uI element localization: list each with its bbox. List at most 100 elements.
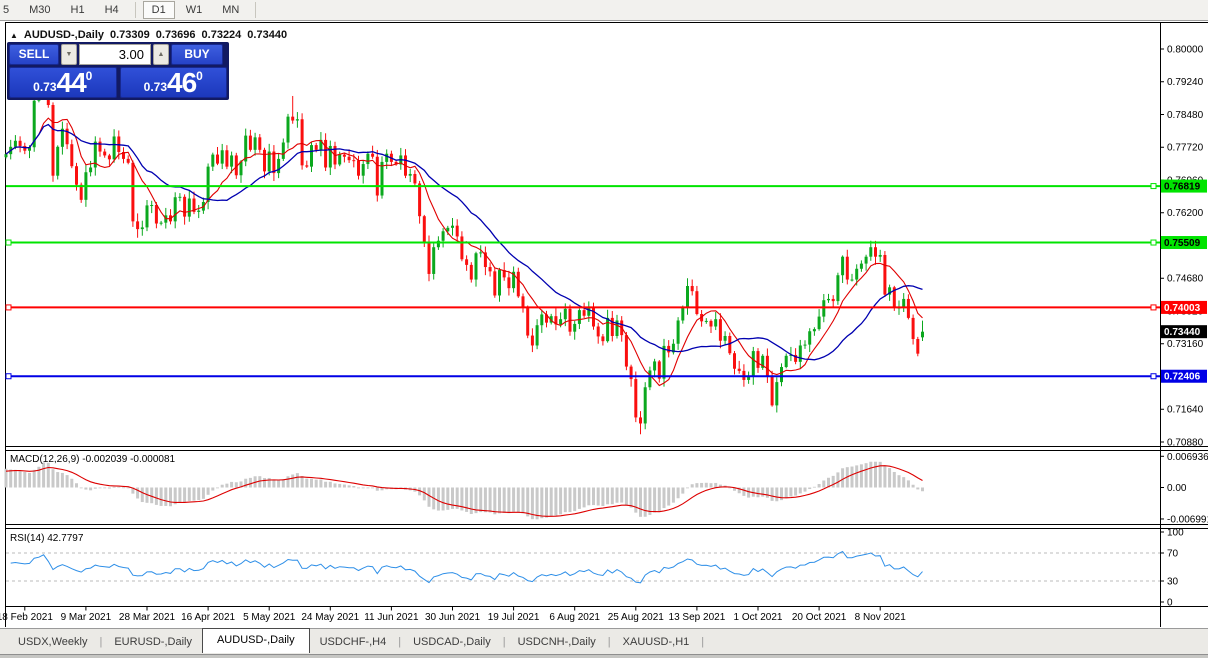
candle-body: [921, 332, 924, 338]
candle-body: [667, 346, 670, 352]
macd-histogram-bar: [517, 488, 520, 513]
macd-histogram-bar: [569, 488, 572, 513]
macd-histogram-bar: [677, 488, 680, 499]
candle-body: [818, 317, 821, 329]
candle-body: [841, 257, 844, 276]
level-line-handle[interactable]: [6, 305, 11, 310]
candle-body: [522, 296, 525, 307]
macd-histogram-bar: [235, 482, 238, 487]
level-line-handle[interactable]: [6, 240, 11, 245]
candle-body: [155, 205, 158, 224]
ohlc-close: 0.73440: [247, 29, 287, 41]
macd-histogram-bar: [376, 488, 379, 491]
macd-histogram-bar: [841, 468, 844, 487]
macd-histogram-bar: [9, 470, 12, 488]
volume-increase-button[interactable]: ▲: [153, 44, 169, 65]
candle-body: [719, 319, 722, 341]
candle-body: [432, 247, 435, 274]
macd-histogram-bar: [766, 488, 769, 498]
candle-body: [418, 183, 421, 216]
macd-histogram-bar: [639, 488, 642, 517]
macd-histogram-bar: [550, 488, 553, 517]
candle-body: [160, 223, 163, 224]
macd-histogram-bar: [52, 469, 55, 487]
macd-histogram-bar: [305, 479, 308, 488]
macd-histogram-bar: [710, 483, 713, 487]
candle-body: [747, 377, 750, 380]
macd-histogram-bar: [874, 462, 877, 488]
candle-body: [310, 145, 313, 167]
level-line-handle[interactable]: [1151, 305, 1156, 310]
candle-body: [75, 166, 78, 185]
level-line-handle[interactable]: [1151, 184, 1156, 189]
macd-histogram-bar: [493, 488, 496, 515]
macd-histogram-bar: [446, 488, 449, 510]
date-axis-label: 25 Aug 2021: [608, 612, 665, 623]
candle-body: [103, 152, 106, 156]
sell-button[interactable]: SELL: [9, 44, 59, 65]
buy-button[interactable]: BUY: [171, 44, 223, 65]
buy-price-button[interactable]: 0.73 46 0: [120, 67, 228, 98]
macd-histogram-bar: [653, 488, 656, 513]
date-axis-label: 24 May 2021: [301, 612, 359, 623]
macd-histogram-bar: [578, 488, 581, 509]
date-axis-label: 20 Oct 2021: [792, 612, 847, 623]
macd-histogram-bar: [301, 476, 304, 487]
candle-body: [19, 141, 22, 146]
macd-histogram-bar: [583, 488, 586, 508]
candle-body: [493, 271, 496, 295]
candle-body: [526, 307, 529, 335]
candle-body: [846, 257, 849, 280]
candle-body: [813, 329, 816, 331]
macd-histogram-bar: [61, 473, 64, 488]
candle-body: [362, 164, 365, 176]
level-line-handle[interactable]: [1151, 240, 1156, 245]
candle-body: [832, 299, 835, 301]
macd-histogram-bar: [352, 486, 355, 487]
macd-histogram-bar: [691, 484, 694, 487]
candle-body: [710, 321, 713, 327]
rsi-line: [11, 552, 923, 583]
macd-histogram-bar: [66, 475, 69, 487]
sell-price-button[interactable]: 0.73 44 0: [9, 67, 117, 98]
candle-body: [207, 167, 210, 202]
volume-input[interactable]: [79, 44, 151, 65]
candle-body: [879, 255, 882, 257]
level-line-handle[interactable]: [1151, 374, 1156, 379]
macd-histogram-bar: [174, 488, 177, 505]
date-axis-label: 16 Apr 2021: [181, 612, 235, 623]
candle-body: [775, 382, 778, 405]
candle-body: [808, 331, 811, 344]
macd-histogram-bar: [28, 473, 31, 488]
current-price-label-text: 0.73440: [1164, 327, 1201, 338]
candle-body: [409, 174, 412, 176]
candle-body: [221, 150, 224, 163]
macd-histogram-bar: [747, 488, 750, 498]
candle-body: [376, 157, 379, 196]
candle-body: [752, 351, 755, 377]
candle-body: [916, 339, 919, 354]
macd-histogram-bar: [437, 488, 440, 511]
macd-histogram-bar: [799, 488, 802, 494]
macd-histogram-bar: [559, 488, 562, 515]
candle-body: [663, 346, 666, 379]
macd-histogram-bar: [428, 488, 431, 507]
macd-histogram-bar: [56, 472, 59, 487]
level-line-handle[interactable]: [6, 374, 11, 379]
volume-decrease-button[interactable]: ▼: [61, 44, 77, 65]
price-axis-tick-label: 0.70880: [1167, 437, 1204, 448]
candle-body: [691, 286, 694, 291]
macd-histogram-bar: [42, 462, 45, 487]
candle-body: [634, 379, 637, 417]
macd-histogram-bar: [99, 488, 102, 489]
ohlc-low: 0.73224: [202, 29, 242, 41]
candle-body: [536, 325, 539, 345]
macd-histogram-bar: [296, 473, 299, 487]
date-axis-label: 6 Aug 2021: [549, 612, 600, 623]
macd-histogram-bar: [620, 488, 623, 503]
level-price-label-text: 0.76819: [1164, 182, 1201, 193]
macd-histogram-bar: [714, 483, 717, 488]
candle-body: [352, 160, 355, 161]
macd-histogram-bar: [761, 488, 764, 497]
candle-body: [648, 370, 651, 387]
